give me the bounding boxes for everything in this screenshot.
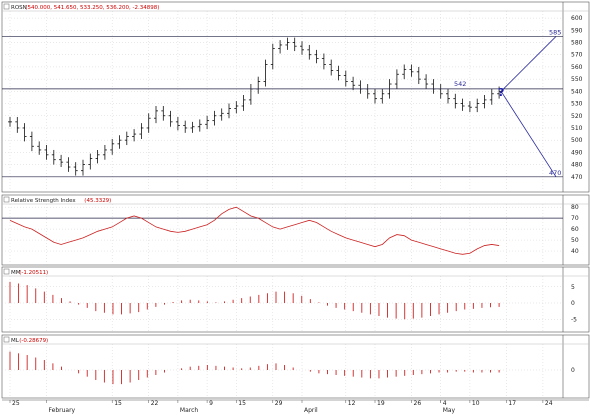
panel-title: Relative Strength Index xyxy=(11,198,76,204)
x-day-label: 10 xyxy=(472,400,480,407)
panel-1: Relative Strength Index (45.3329) 40 50 60 70… xyxy=(1,194,590,266)
y-tick-label: 5 xyxy=(571,284,575,291)
y-tick-label: 0 xyxy=(571,367,575,374)
x-day-label: 12 xyxy=(348,400,356,407)
y-tick-label: 560 xyxy=(571,64,583,71)
y-tick-label: 530 xyxy=(571,101,583,108)
y-tick-label: 550 xyxy=(571,76,583,83)
stock-chart: ROSN(540.000, 541.650, 533.250, 536.200,… xyxy=(1,1,590,414)
annotation-542: 542 xyxy=(454,80,466,88)
panel-header-values: (-0.28679) xyxy=(19,338,48,344)
x-month-label: April xyxy=(304,407,318,414)
x-day-label: 4 xyxy=(443,400,447,407)
y-tick-label: 570 xyxy=(571,52,583,59)
y-tick-label: 500 xyxy=(571,137,583,144)
x-day-label: 25 xyxy=(12,400,20,407)
panel-menu-icon[interactable] xyxy=(3,196,10,203)
y-tick-label: 580 xyxy=(571,40,583,47)
y-tick-label: 490 xyxy=(571,149,583,156)
y-tick-label: 40 xyxy=(571,248,579,255)
annotation-470: 470 xyxy=(549,169,561,177)
panel-menu-icon[interactable] xyxy=(3,336,10,343)
annotation-question: ? xyxy=(498,86,504,99)
panel-header-values: (540.000, 541.650, 533.250, 536.200, -2.… xyxy=(25,5,159,11)
y-tick-label: 520 xyxy=(571,113,583,120)
panel-header-values: (45.3329) xyxy=(84,198,111,204)
y-tick-label: -5 xyxy=(571,316,577,323)
y-tick-label: 600 xyxy=(571,15,583,22)
x-day-label: 17 xyxy=(508,400,516,407)
panel-frame xyxy=(1,334,590,399)
panel-menu-icon[interactable] xyxy=(3,268,10,275)
x-day-label: 15 xyxy=(114,400,122,407)
y-tick-label: 0 xyxy=(571,300,575,307)
panel-menu-icon[interactable] xyxy=(3,3,10,10)
panel-frame xyxy=(1,194,590,266)
x-day-label: 29 xyxy=(275,400,283,407)
x-day-label: 9 xyxy=(209,400,213,407)
y-tick-label: 470 xyxy=(571,174,583,181)
y-tick-label: 480 xyxy=(571,162,583,169)
y-tick-label: 80 xyxy=(571,204,579,211)
y-tick-label: 510 xyxy=(571,125,583,132)
panel-header-values: (-1.20511) xyxy=(19,270,48,276)
y-tick-label: 540 xyxy=(571,88,583,95)
annotation-585: 585 xyxy=(549,28,561,36)
x-day-label: 24 xyxy=(545,400,553,407)
panel-title: ROSN xyxy=(11,5,27,11)
x-day-label: 15 xyxy=(238,400,246,407)
y-tick-label: 60 xyxy=(571,226,579,233)
y-tick-label: 590 xyxy=(571,27,583,34)
y-tick-label: 70 xyxy=(571,215,579,222)
panel-frame xyxy=(1,266,590,333)
y-tick-label: 50 xyxy=(571,237,579,244)
x-month-label: February xyxy=(49,407,76,414)
x-month-label: March xyxy=(180,407,198,414)
x-day-label: 26 xyxy=(414,400,422,407)
x-day-label: 22 xyxy=(151,400,159,407)
panel-2: MM(-1.20511)-505 xyxy=(1,266,590,333)
x-month-label: May xyxy=(443,407,456,414)
panel-3: ML (-0.28679)0 xyxy=(1,334,590,399)
x-day-label: 19 xyxy=(377,400,385,407)
